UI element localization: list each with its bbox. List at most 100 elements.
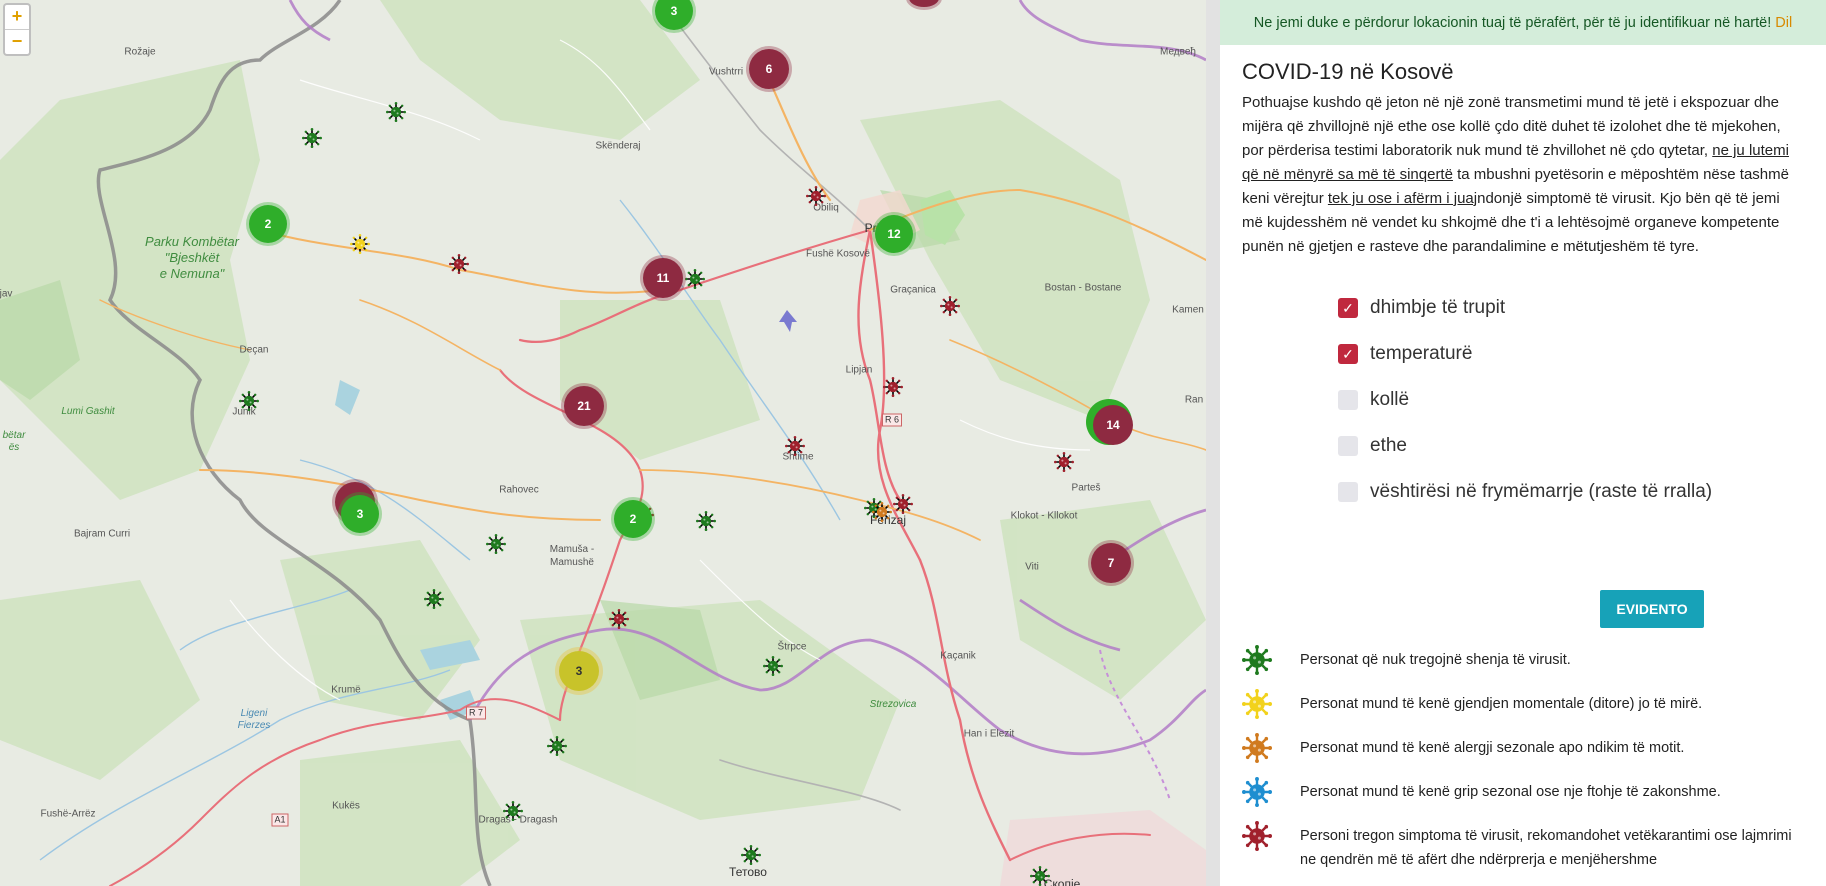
cluster-marker[interactable]: 7 — [1091, 543, 1131, 583]
virus-green-icon — [1242, 645, 1272, 675]
cluster-marker[interactable]: 3 — [341, 495, 379, 533]
split-divider[interactable] — [1206, 0, 1220, 886]
virus-marker-green-icon[interactable] — [424, 589, 444, 609]
zoom-in-button[interactable]: + — [5, 5, 29, 29]
virus-marker-green-icon[interactable] — [741, 845, 761, 865]
virus-blue-icon — [1242, 777, 1272, 807]
zoom-out-button[interactable]: − — [5, 29, 29, 54]
map-label-han-elezit: Han i Elezit — [963, 728, 1015, 740]
symptom-label: kollë — [1370, 389, 1410, 410]
map-label-skenderaj: Skënderaj — [595, 140, 641, 152]
virus-marker-green-icon[interactable] — [1030, 866, 1050, 886]
symptom-checkbox-breathing[interactable]: vështirësi në frymëmarrje (raste të rral… — [1338, 469, 1826, 515]
map-label-decan: Deçan — [239, 344, 269, 356]
legend-item: Personi tregon simptoma të virusit, reko… — [1242, 821, 1802, 872]
symptom-checkbox-cough[interactable]: kollë — [1338, 377, 1826, 423]
map-label-gracanica: Graçanica — [890, 284, 936, 296]
symptom-checkbox-fever[interactable]: ethe — [1338, 423, 1826, 469]
cluster-marker[interactable]: 11 — [643, 258, 683, 298]
map-label-tetovo: Тетово — [729, 865, 767, 879]
side-panel: Ne jemi duke e përdorur lokacionin tuaj … — [1220, 0, 1826, 886]
map[interactable]: + − Rožaje Skënderaj Медвеђ Vushtrri Obi… — [0, 0, 1206, 886]
virus-yellow-icon — [1242, 689, 1272, 719]
map-label-fushe-arrez: Fushë-Arrëz — [40, 808, 96, 820]
page-title: COVID-19 në Kosovë — [1242, 59, 1454, 84]
symptom-label: vështirësi në frymëmarrje (raste të rral… — [1370, 481, 1713, 502]
virus-marker-green-icon[interactable] — [763, 656, 783, 676]
symptom-checkbox-body-pain[interactable]: ✓ dhimbje të trupit — [1338, 285, 1826, 331]
virus-marker-green-icon[interactable] — [486, 534, 506, 554]
map-label-rahovec: Rahovec — [499, 484, 539, 496]
map-label-vushtrri: Vushtrri — [708, 66, 744, 78]
symptom-checklist: ✓ dhimbje të trupit ✓ temperaturë kollë … — [1338, 285, 1826, 515]
legend-text: Personat që nuk tregojnë shenja të virus… — [1300, 652, 1571, 668]
map-label-lipjan: Lipjan — [845, 364, 873, 376]
map-label-krume: Krumë — [331, 684, 361, 696]
virus-marker-green-icon[interactable] — [685, 269, 705, 289]
map-label-fushe-kosove: Fushë Kosovë — [806, 248, 870, 260]
map-label-klokot: Klokot - Kllokot — [1010, 510, 1078, 522]
exit-location-link[interactable]: Dil — [1775, 15, 1792, 31]
cluster-marker[interactable]: 2 — [614, 500, 652, 538]
intro-underline-2: tek ju ose i afërm i juaj — [1327, 190, 1478, 207]
virus-marker-orange-icon[interactable] — [872, 502, 892, 522]
virus-marker-red-icon[interactable] — [940, 296, 960, 316]
cluster-marker[interactable]: 12 — [875, 215, 913, 253]
symptom-checkbox-temperature[interactable]: ✓ temperaturë — [1338, 331, 1826, 377]
evidento-button[interactable]: EVIDENTO — [1600, 590, 1704, 628]
virus-marker-green-icon[interactable] — [386, 102, 406, 122]
road-tag-r6: R 6 — [881, 413, 903, 427]
virus-marker-green-icon[interactable] — [547, 736, 567, 756]
virus-marker-green-icon[interactable] — [696, 511, 716, 531]
virus-marker-red-icon[interactable] — [449, 254, 469, 274]
location-alert: Ne jemi duke e përdorur lokacionin tuaj … — [1220, 0, 1826, 45]
virus-marker-green-icon[interactable] — [503, 801, 523, 821]
intro-text-1: Pothuajse kushdo që jeton në një zonë tr… — [1242, 94, 1781, 159]
map-label-rozaje: Rožaje — [124, 46, 156, 58]
map-label-strpce: Štrpce — [777, 641, 807, 653]
checkbox-unchecked-icon[interactable] — [1338, 482, 1358, 502]
cluster-marker[interactable]: 6 — [749, 49, 789, 89]
virus-red-icon — [1242, 821, 1272, 851]
intro-paragraph: Pothuajse kushdo që jeton në një zonë tr… — [1242, 91, 1804, 259]
zoom-control: + − — [3, 3, 31, 56]
virus-marker-red-icon[interactable] — [806, 186, 826, 206]
map-label-ligeni-fierzes: Ligeni Fierzes — [237, 708, 271, 731]
cluster-marker[interactable]: 21 — [564, 386, 604, 426]
legend-item: Personat që nuk tregojnë shenja të virus… — [1242, 645, 1802, 675]
virus-marker-yellow-icon[interactable] — [350, 234, 370, 254]
map-label-lumi-gashit: Lumi Gashit — [61, 406, 115, 417]
map-label-park-betar: bëtar ës — [2, 430, 26, 453]
cluster-marker[interactable]: 3 — [559, 651, 599, 691]
legend: Personat që nuk tregojnë shenja të virus… — [1242, 645, 1802, 886]
virus-marker-red-icon[interactable] — [893, 494, 913, 514]
symptom-label: dhimbje të trupit — [1370, 297, 1506, 318]
cluster-marker[interactable]: 14 — [1093, 405, 1133, 445]
map-label-park-bjeshket: Parku Kombëtar "Bjeshkët e Nemuna" — [145, 234, 239, 281]
checkbox-checked-icon[interactable]: ✓ — [1338, 298, 1358, 318]
virus-marker-red-icon[interactable] — [785, 436, 805, 456]
map-label-strezovica: Strezovica — [869, 699, 917, 710]
virus-marker-red-icon[interactable] — [883, 377, 903, 397]
virus-marker-green-icon[interactable] — [239, 391, 259, 411]
map-label-viti: Viti — [1025, 561, 1039, 573]
road-tag-r7: R 7 — [465, 706, 487, 720]
map-label-mamushe: Mamuša - Mamushë — [549, 544, 595, 568]
map-tiles — [0, 0, 1206, 886]
road-tag-a1: A1 — [271, 813, 289, 827]
legend-text: Personat mund të kenë alergji sezonale a… — [1300, 740, 1685, 756]
map-label-medvedja: Медвеђ — [1160, 46, 1196, 58]
legend-item: Personat mund të kenë alergji sezonale a… — [1242, 733, 1802, 763]
legend-text: Personat mund të kenë grip sezonal ose n… — [1300, 784, 1721, 800]
symptom-label: temperaturë — [1370, 343, 1473, 364]
checkbox-unchecked-icon[interactable] — [1338, 436, 1358, 456]
map-label-jav: jav — [0, 288, 13, 300]
map-label-bajram-curri: Bajram Curri — [73, 528, 131, 540]
legend-text: Personat mund të kenë gjendjen momentale… — [1300, 696, 1703, 712]
cluster-marker[interactable]: 2 — [249, 205, 287, 243]
checkbox-unchecked-icon[interactable] — [1338, 390, 1358, 410]
virus-marker-green-icon[interactable] — [302, 128, 322, 148]
checkbox-checked-icon[interactable]: ✓ — [1338, 344, 1358, 364]
virus-marker-red-icon[interactable] — [609, 609, 629, 629]
virus-marker-red-icon[interactable] — [1054, 452, 1074, 472]
